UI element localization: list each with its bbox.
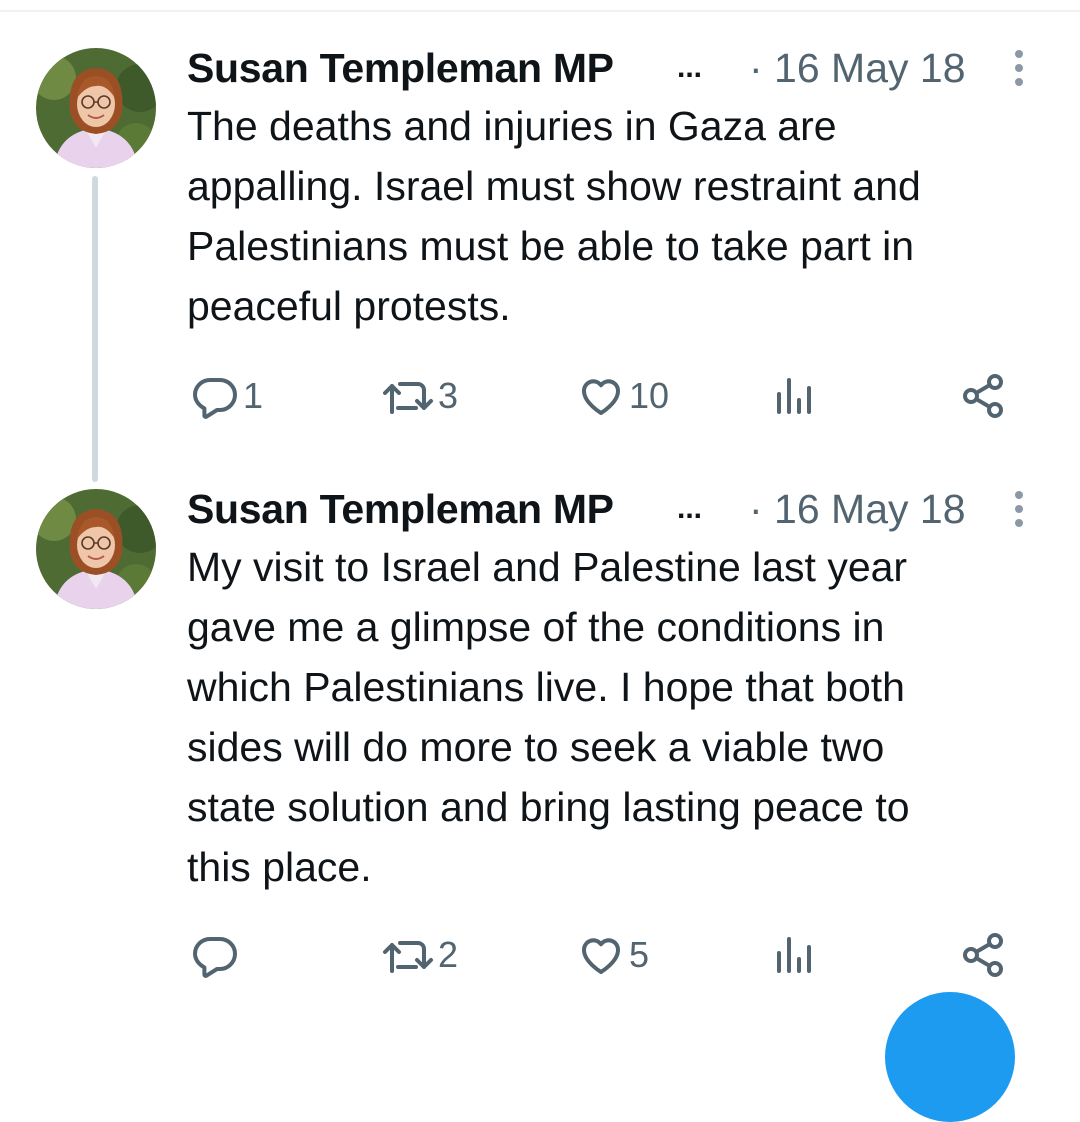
tweet-actions: 1 3 10 [187, 366, 1047, 426]
tweet-actions: 2 5 [187, 925, 1047, 985]
reply-count: 1 [243, 375, 264, 416]
retweet-button[interactable]: 3 [382, 366, 458, 426]
tweet-text: My visit to Israel and Palestine last ye… [187, 537, 1047, 897]
share-button[interactable] [959, 925, 1007, 985]
reply-button[interactable]: 1 [191, 366, 263, 426]
tweet-date[interactable]: · 16 May 18 [749, 483, 966, 535]
reply-button[interactable] [191, 925, 243, 985]
views-button[interactable] [769, 925, 817, 985]
more-icon[interactable] [1009, 487, 1029, 531]
views-icon [777, 937, 811, 973]
more-icon[interactable] [1009, 46, 1029, 90]
tweet-text-line: peaceful protests. [187, 283, 511, 329]
name-truncation: ... [677, 51, 703, 84]
like-icon [582, 379, 620, 415]
reply-icon [193, 937, 237, 978]
tweet-text-line: My visit to Israel and Palestine last ye… [187, 544, 908, 590]
author-name[interactable]: Susan Templeman MP [187, 42, 614, 94]
like-icon [582, 938, 620, 974]
name-truncation: ... [677, 492, 703, 525]
like-count: 5 [629, 934, 650, 975]
retweet-icon [383, 941, 433, 973]
tweet-text-line: which Palestinians live. I hope that bot… [187, 664, 905, 710]
tweet-text-line: Palestinians must be able to take part i… [187, 223, 915, 269]
retweet-button[interactable]: 2 [382, 925, 458, 985]
compose-button[interactable] [885, 992, 1015, 1122]
tweet-text-line: sides will do more to seek a viable two [187, 724, 885, 770]
thread-connector-line [92, 176, 98, 482]
share-button[interactable] [959, 366, 1007, 426]
views-button[interactable] [769, 366, 817, 426]
tweet-text: The deaths and injuries in Gaza are appa… [187, 96, 1047, 336]
share-icon [963, 374, 1003, 418]
retweet-icon [383, 382, 433, 414]
tweet-date[interactable]: · 16 May 18 [749, 42, 966, 94]
avatar[interactable] [36, 48, 156, 168]
tweet-text-line: The deaths and injuries in Gaza are [187, 103, 837, 149]
tweet-text-line: appalling. Israel must show restraint an… [187, 163, 921, 209]
reply-icon [193, 378, 237, 419]
avatar[interactable] [36, 489, 156, 609]
like-count: 10 [629, 375, 670, 416]
tweet-text-line: gave me a glimpse of the conditions in [187, 604, 885, 650]
top-divider [0, 10, 1080, 12]
tweet-header: Susan Templeman MP ... · 16 May 18 [187, 42, 1047, 98]
like-button[interactable]: 5 [577, 925, 649, 985]
retweet-count: 2 [438, 934, 459, 975]
tweet-header: Susan Templeman MP ... · 16 May 18 [187, 483, 1047, 539]
tweet-text-line: state solution and bring lasting peace t… [187, 784, 910, 830]
views-icon [777, 378, 811, 414]
retweet-count: 3 [438, 375, 459, 416]
share-icon [963, 933, 1003, 977]
like-button[interactable]: 10 [577, 366, 669, 426]
tweet-text-line: this place. [187, 844, 372, 890]
author-name[interactable]: Susan Templeman MP [187, 483, 614, 535]
